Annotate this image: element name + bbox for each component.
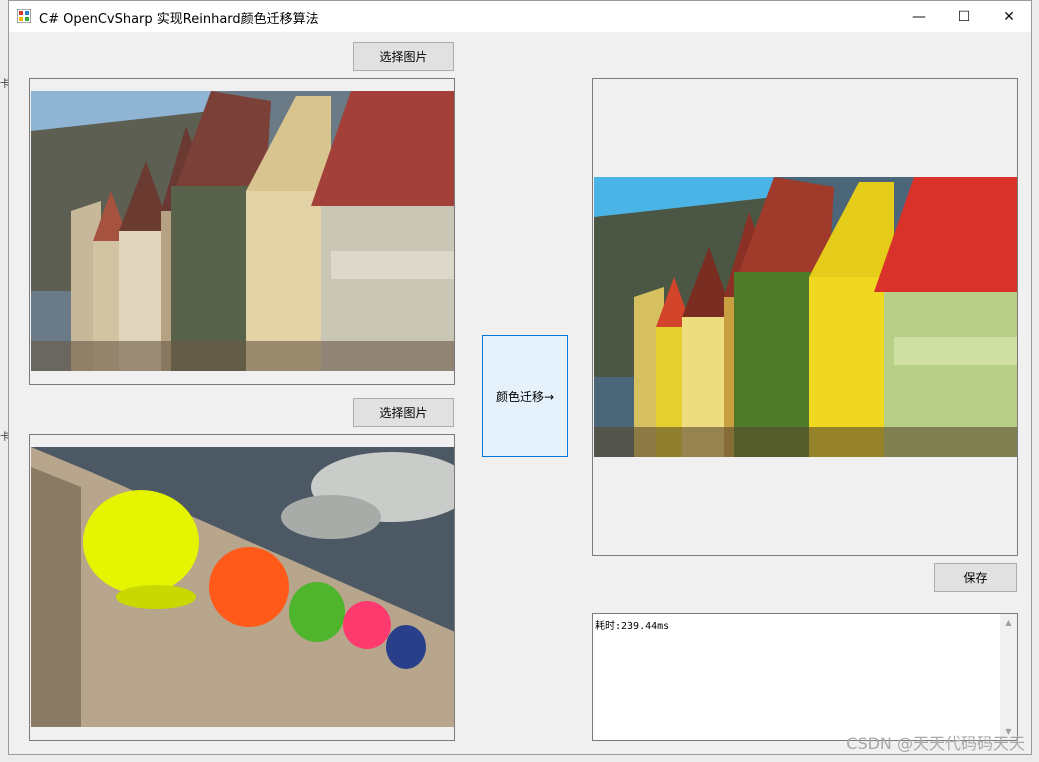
target-image [31, 447, 454, 727]
color-transfer-button[interactable]: 颜色迁移→ [482, 335, 568, 457]
result-image [594, 177, 1017, 457]
window-title: C# OpenCvSharp 实现Reinhard颜色迁移算法 [39, 12, 319, 27]
save-button[interactable]: 保存 [934, 563, 1017, 592]
maximize-icon: ☐ [957, 8, 971, 25]
close-icon: ✕ [1003, 8, 1015, 25]
scroll-up-icon[interactable]: ▲ [1000, 614, 1017, 631]
source-image [31, 91, 454, 371]
result-picture-box [592, 78, 1018, 556]
target-picture-box [29, 434, 455, 741]
title-bar[interactable]: C# OpenCvSharp 实现Reinhard颜色迁移算法 — ☐ ✕ [9, 1, 1031, 33]
select-image-label-1: 选择图片 [379, 50, 428, 64]
csdn-watermark: CSDN @天天代码码天天 [846, 734, 1025, 753]
source-picture-box [29, 78, 455, 385]
close-button[interactable]: ✕ [986, 1, 1031, 32]
save-label: 保存 [963, 571, 988, 585]
elapsed-time-text: 耗时:239.44ms [595, 621, 670, 632]
select-image-button-2[interactable]: 选择图片 [353, 398, 454, 427]
maximize-button[interactable]: ☐ [941, 1, 987, 32]
main-window: C# OpenCvSharp 实现Reinhard颜色迁移算法 — ☐ ✕ 选择… [8, 0, 1032, 755]
background-fragment: 卡 [0, 432, 10, 443]
select-image-label-2: 选择图片 [379, 406, 428, 420]
color-transfer-label: 颜色迁移→ [495, 389, 555, 404]
select-image-button-1[interactable]: 选择图片 [353, 42, 454, 71]
minimize-icon: — [912, 8, 926, 25]
log-textbox[interactable]: 耗时:239.44ms ▲ ▼ [592, 613, 1018, 741]
background-fragment: 卡 [0, 79, 10, 90]
log-scrollbar[interactable]: ▲ ▼ [1000, 614, 1017, 740]
minimize-button[interactable]: — [896, 1, 942, 32]
app-icon [17, 9, 31, 23]
